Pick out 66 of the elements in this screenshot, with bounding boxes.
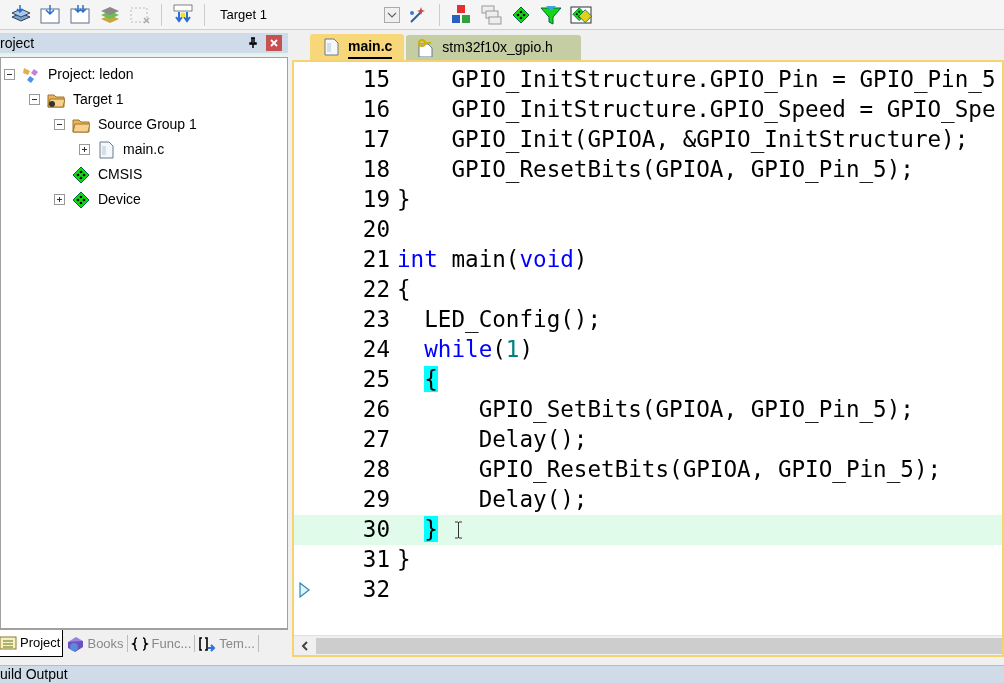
line-number: 31 — [361, 545, 390, 575]
pin-icon[interactable] — [248, 37, 258, 49]
code-line: LED_Config(); — [423, 305, 602, 335]
editor-tab[interactable]: stm32f10x_gpio.h — [406, 35, 581, 60]
code-line: GPIO_SetBits(GPIOA, GPIO_Pin_5); — [477, 395, 914, 425]
line-number: 29 — [361, 485, 390, 515]
code-line: } — [397, 185, 411, 215]
project-tab-icon — [0, 634, 17, 652]
books-icon — [66, 634, 85, 653]
text-cursor-icon — [453, 521, 463, 539]
component-icon — [72, 165, 90, 184]
code-line: GPIO_InitStructure.GPIO_Speed = GPIO_Spe — [450, 95, 996, 125]
collapse-icon[interactable] — [54, 119, 65, 130]
code-line: } — [397, 545, 411, 575]
project-icon — [22, 65, 40, 84]
line-number: 17 — [361, 125, 390, 155]
key-file-icon — [416, 38, 435, 57]
line-number: 30 — [361, 515, 390, 545]
panel-title: uild Output — [0, 665, 68, 683]
component-icon — [72, 190, 90, 209]
template-icon — [198, 634, 217, 653]
line-number: 27 — [361, 425, 390, 455]
download-icon[interactable] — [38, 2, 62, 27]
close-icon[interactable] — [266, 35, 282, 51]
line-number: 25 — [361, 365, 390, 395]
tree-item-label[interactable]: main.c — [123, 139, 165, 160]
braces-icon — [130, 634, 149, 653]
line-number: 32 — [361, 575, 390, 605]
horizontal-scrollbar[interactable] — [294, 635, 1002, 655]
expand-icon[interactable] — [79, 144, 90, 155]
code-line: GPIO_ResetBits(GPIOA, GPIO_Pin_5); — [450, 155, 914, 185]
tree-item-label[interactable]: Target 1 — [73, 89, 124, 110]
code-line: Delay(); — [477, 485, 588, 515]
line-number: 28 — [361, 455, 390, 485]
collapse-icon[interactable] — [29, 94, 40, 105]
download-all-icon[interactable] — [68, 2, 92, 27]
line-number: 18 — [361, 155, 390, 185]
panel-title: roject — [0, 33, 36, 53]
line-number: 16 — [361, 95, 390, 125]
line-number: 20 — [361, 215, 390, 245]
line-number: 15 — [361, 65, 390, 95]
collapse-icon[interactable] — [4, 69, 15, 80]
line-number: 21 — [361, 245, 390, 275]
line-number: 22 — [361, 275, 390, 305]
code-line: GPIO_InitStructure.GPIO_Pin = GPIO_Pin_5 — [450, 65, 996, 95]
code-line: { — [397, 275, 411, 305]
code-line: GPIO_ResetBits(GPIOA, GPIO_Pin_5); — [477, 455, 942, 485]
tree-item-label[interactable]: Source Group 1 — [98, 114, 197, 135]
execution-marker-icon — [299, 582, 310, 598]
tree-item-label[interactable]: CMSIS — [98, 164, 143, 185]
line-number: 19 — [361, 185, 390, 215]
panel-tab[interactable]: Project — [0, 630, 64, 657]
code-line: GPIO_Init(GPIOA, &GPIO_InitStructure); — [450, 125, 969, 155]
line-number: 24 — [361, 335, 390, 365]
expand-icon[interactable] — [54, 194, 65, 205]
line-number: 23 — [361, 305, 390, 335]
code-line: Delay(); — [477, 425, 588, 455]
tree-item-label[interactable]: Device — [98, 189, 141, 210]
tree-item-label[interactable]: Project: ledon — [48, 64, 134, 85]
line-number: 26 — [361, 395, 390, 425]
code-line: int main(void) — [397, 245, 588, 275]
file-icon — [97, 140, 115, 159]
editor-tab[interactable]: main.c — [310, 34, 405, 60]
code-line: while(1) — [423, 335, 534, 365]
scrollbar-thumb[interactable] — [316, 637, 1002, 654]
file-icon — [322, 38, 340, 56]
